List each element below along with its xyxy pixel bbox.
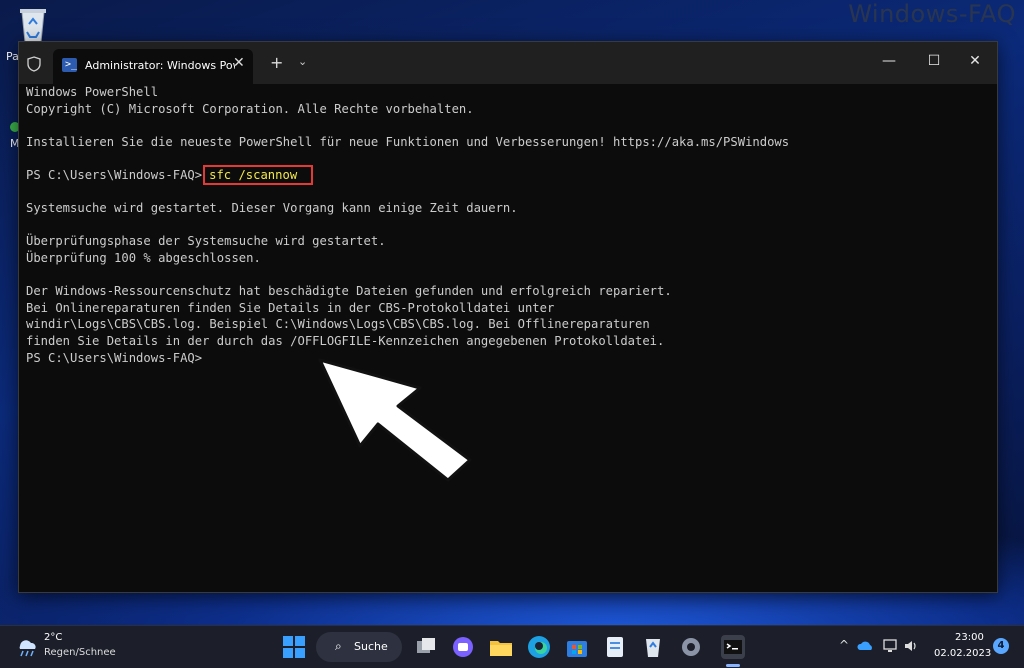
shield-icon (27, 56, 41, 72)
new-tab-button[interactable]: + (270, 53, 283, 72)
tab-title: Administrator: Windows PowerShell (85, 59, 235, 72)
recycle-bin-label: Pa (6, 50, 19, 63)
onedrive-icon[interactable] (857, 640, 875, 652)
search-button[interactable]: ⌕ Suche (316, 632, 402, 662)
taskbar: 2°C Regen/Schnee ⌕ Suche ^ 23:00 02.02.2… (0, 625, 1024, 668)
chat-icon[interactable] (449, 633, 477, 661)
prompt: PS C:\Users\Windows-FAQ> (26, 167, 203, 182)
notepad-icon[interactable] (601, 633, 629, 661)
minimize-button[interactable]: — (869, 48, 909, 76)
terminal-line: Installieren Sie die neueste PowerShell … (26, 134, 790, 149)
pointer-arrow-icon (318, 358, 472, 482)
weather-temperature[interactable]: 2°C (44, 632, 62, 643)
clock-time[interactable]: 23:00 (955, 632, 984, 643)
terminal-taskbar-icon[interactable] (719, 633, 747, 661)
volume-icon[interactable] (903, 638, 919, 654)
command-highlight: sfc /scannow (203, 164, 314, 185)
tray-chevron-icon[interactable]: ^ (839, 638, 849, 652)
terminal-line: finden Sie Details in der durch das /OFF… (26, 333, 665, 348)
task-view-icon[interactable] (412, 633, 440, 661)
notification-badge[interactable]: 4 (993, 638, 1009, 654)
terminal-line: windir\Logs\CBS\CBS.log. Beispiel C:\Win… (26, 317, 650, 332)
watermark: Windows-FAQ (848, 0, 1016, 28)
clock-date[interactable]: 02.02.2023 (934, 648, 991, 659)
terminal-line: Bei Onlinereparaturen finden Sie Details… (26, 300, 555, 315)
network-icon[interactable] (882, 638, 898, 654)
recycle-bin-taskbar-icon[interactable] (639, 633, 667, 661)
store-icon[interactable] (563, 633, 591, 661)
maximize-button[interactable]: ☐ (914, 48, 954, 76)
windows-start-icon[interactable] (280, 633, 308, 661)
terminal-line: Der Windows-Ressourcenschutz hat beschäd… (26, 284, 672, 299)
command-line: PS C:\Users\Windows-FAQ> sfc /scannow (26, 164, 997, 185)
terminal-line: Systemsuche wird gestartet. Dieser Vorga… (26, 201, 518, 216)
terminal-line: Copyright (C) Microsoft Corporation. All… (26, 101, 474, 116)
chevron-down-icon[interactable]: ⌄ (298, 55, 307, 68)
title-bar[interactable]: >_ Administrator: Windows PowerShell ✕ +… (19, 42, 997, 84)
weather-icon[interactable] (14, 634, 40, 658)
file-explorer-icon[interactable] (487, 633, 515, 661)
terminal-line: Überprüfungsphase der Systemsuche wird g… (26, 234, 386, 249)
terminal-line: Überprüfung 100 % abgeschlossen. (26, 250, 261, 265)
close-button[interactable]: ✕ (955, 48, 995, 76)
tab-powershell[interactable]: >_ Administrator: Windows PowerShell ✕ (53, 49, 253, 84)
terminal-output[interactable]: Windows PowerShell Copyright (C) Microso… (26, 84, 997, 366)
terminal-line: Windows PowerShell (26, 85, 159, 99)
weather-condition[interactable]: Regen/Schnee (44, 647, 116, 658)
terminal-window: >_ Administrator: Windows PowerShell ✕ +… (18, 41, 998, 593)
search-icon: ⌕ (335, 639, 342, 653)
edge-browser-icon[interactable] (525, 633, 553, 661)
powershell-icon: >_ (62, 58, 77, 72)
recycle-bin-icon[interactable] (16, 6, 50, 44)
terminal-prompt-line: PS C:\Users\Windows-FAQ> (26, 350, 203, 365)
settings-gear-icon[interactable] (677, 633, 705, 661)
search-label: Suche (354, 640, 388, 653)
tab-close-icon[interactable]: ✕ (233, 55, 245, 71)
